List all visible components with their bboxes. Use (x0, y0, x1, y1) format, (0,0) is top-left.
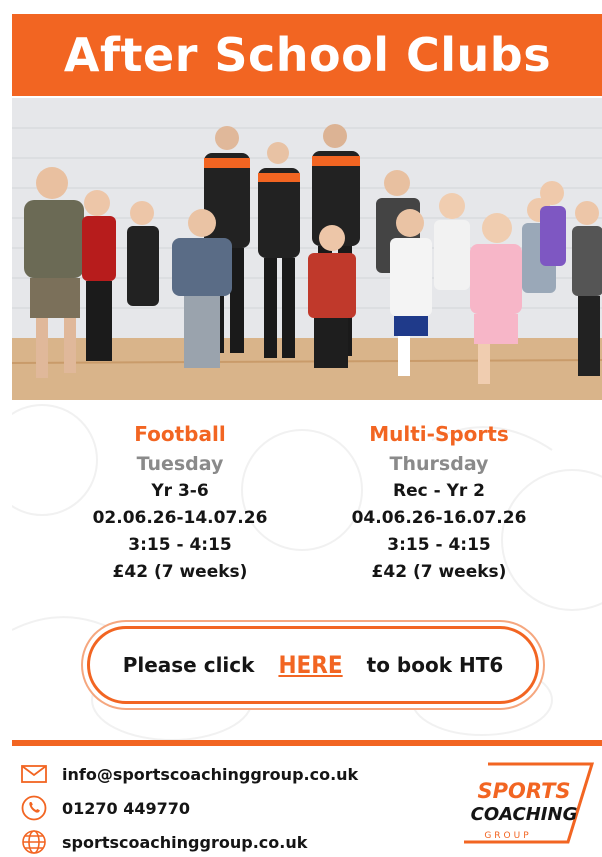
club-year-group: Yr 3-6 (151, 481, 209, 501)
group-photo (12, 98, 602, 400)
booking-button[interactable]: Please click HERE to book HT6 (87, 626, 539, 704)
club-football: Football Tuesday Yr 3-6 02.06.26-14.07.2… (60, 420, 300, 586)
club-dates: 04.06.26-16.07.26 (351, 508, 527, 528)
phone-icon (20, 794, 48, 822)
club-info-section: Football Tuesday Yr 3-6 02.06.26-14.07.2… (12, 400, 602, 740)
club-dates: 02.06.26-14.07.26 (92, 508, 268, 528)
club-day: Thursday (389, 453, 489, 475)
logo-line-2: COACHING (471, 804, 578, 825)
booking-prefix: Please click (122, 653, 255, 677)
club-time: 3:15 - 4:15 (128, 535, 232, 555)
club-multi-sports: Multi-Sports Thursday Rec - Yr 2 04.06.2… (319, 420, 559, 586)
club-price: £42 (7 weeks) (112, 562, 248, 582)
group-photo-illustration (12, 98, 602, 400)
club-name: Multi-Sports (369, 422, 509, 446)
contact-email[interactable]: info@sportscoachinggroup.co.uk (20, 757, 358, 791)
club-time: 3:15 - 4:15 (387, 535, 491, 555)
booking-suffix: to book HT6 (366, 653, 504, 677)
club-year-group: Rec - Yr 2 (392, 481, 486, 501)
sports-coaching-group-logo: SPORTS COACHING GROUP (458, 758, 598, 848)
logo-line-1: SPORTS (477, 779, 570, 803)
footer-divider (12, 740, 602, 746)
contact-phone[interactable]: 01270 449770 (20, 791, 358, 825)
page-title: After School Clubs (63, 28, 552, 82)
email-text[interactable]: info@sportscoachinggroup.co.uk (62, 765, 358, 784)
website-text[interactable]: sportscoachinggroup.co.uk (62, 833, 307, 852)
logo-line-3: GROUP (484, 831, 531, 841)
club-price: £42 (7 weeks) (371, 562, 507, 582)
header-banner: After School Clubs (12, 14, 602, 96)
contact-website[interactable]: sportscoachinggroup.co.uk (20, 825, 358, 857)
booking-link[interactable]: HERE (278, 651, 342, 679)
contact-list: info@sportscoachinggroup.co.uk 01270 449… (20, 757, 358, 857)
globe-icon (20, 828, 48, 856)
club-name: Football (134, 422, 226, 446)
envelope-icon (20, 760, 48, 788)
flyer: After School Clubs Football Tuesday Yr 3… (0, 0, 602, 857)
club-day: Tuesday (136, 453, 224, 475)
phone-text[interactable]: 01270 449770 (62, 799, 190, 818)
